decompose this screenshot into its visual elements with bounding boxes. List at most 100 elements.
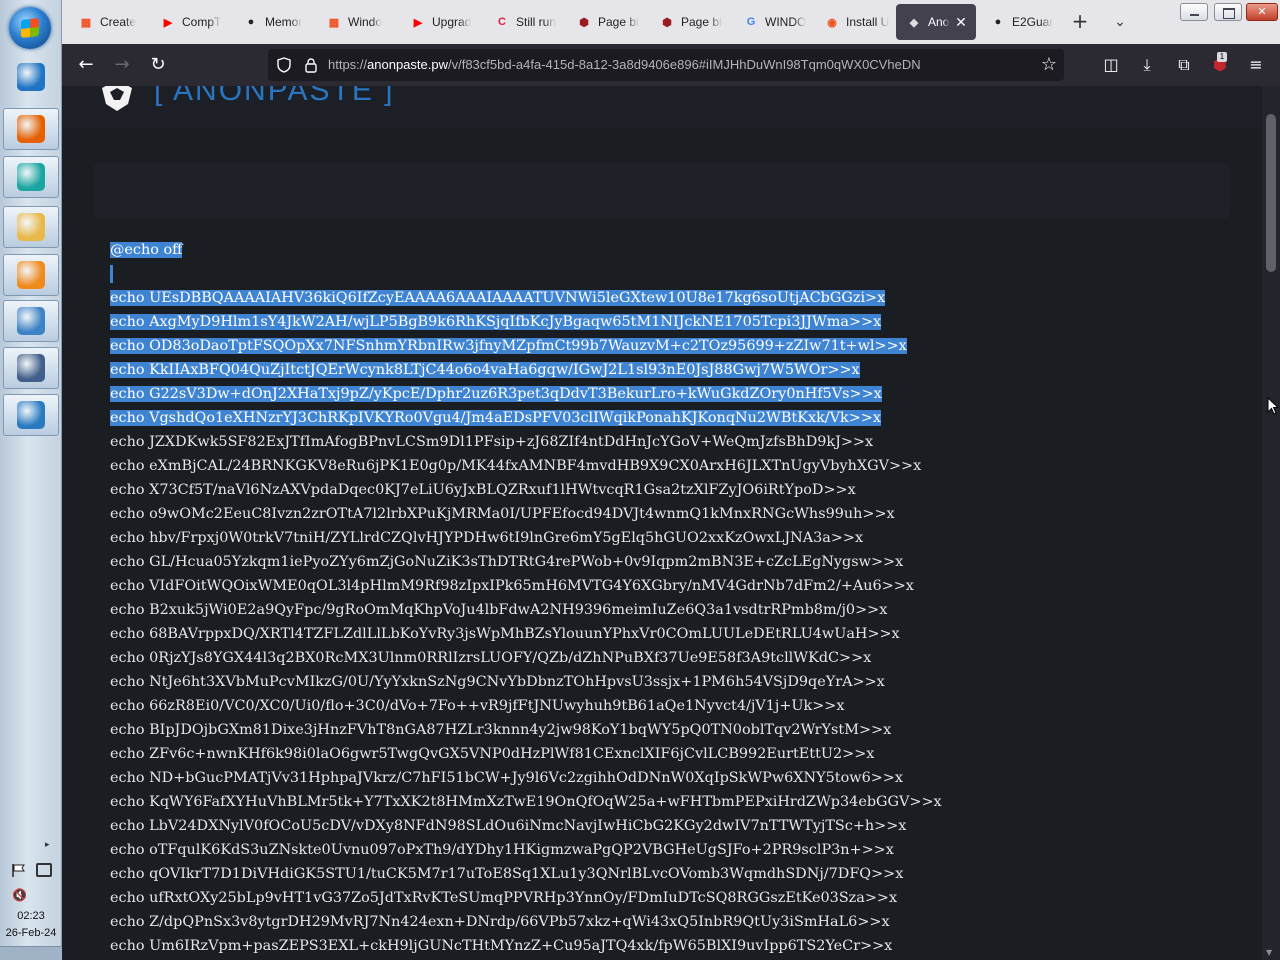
paste-line: echo VIdFOitWQOixWME0qOL3l4pHlmM9Rf98zIp… — [110, 574, 1190, 598]
taskbar-button[interactable] — [3, 347, 59, 389]
browser-tab[interactable]: ◉ Install U — [814, 4, 894, 40]
forward-arrow-icon[interactable]: → — [109, 53, 135, 77]
anonpaste-icon: ◆ — [909, 16, 919, 29]
taskbar-button[interactable] — [3, 206, 59, 248]
github-icon: ● — [247, 16, 255, 28]
tab-title: Install U — [846, 15, 890, 29]
lock-icon[interactable] — [304, 57, 318, 73]
hamburger-menu-icon[interactable]: ≡ — [1244, 53, 1268, 77]
bookmark-star-icon[interactable]: ☆ — [1038, 54, 1060, 76]
scrollbar-thumb[interactable] — [1266, 114, 1276, 272]
paste-line-text: echo KkIIAxBFQ04QuZjItctJQErWcynk8LTjC44… — [110, 362, 860, 378]
close-window-button[interactable]: ✕ — [1246, 3, 1278, 21]
vertical-scrollbar[interactable]: ▼ — [1262, 86, 1280, 960]
url-text[interactable]: https://anonpaste.pw/v/f83cf5bd-a4fa-415… — [328, 57, 968, 72]
maximize-button[interactable] — [1214, 3, 1242, 21]
tab-title: Windo — [348, 15, 383, 29]
paste-line: echo AxgMyD9Hlm1sY4JkW2AH/wjLP5BgB9k6RhK… — [110, 310, 1190, 334]
mouse-pointer-icon — [1267, 397, 1279, 415]
new-tab-button[interactable]: + — [1068, 10, 1092, 34]
paste-line: @echo off — [110, 238, 1190, 262]
paste-line: echo qOVIkrT7D1DiVHdiGK5STU1/tuCK5M7r17u… — [110, 862, 1190, 886]
paste-line: echo ND+bGucPMATjVv31HphpaJVkrz/C7hFI51b… — [110, 766, 1190, 790]
anonpaste-logo-icon[interactable] — [98, 86, 136, 112]
url-host: anonpaste.pw — [367, 57, 448, 72]
paste-line: echo KqWY6FafXYHuVhBLMr5tk+Y7TxXK2t8HMmX… — [110, 790, 1190, 814]
paste-line: echo oTFqulK6KdS3uZNskte0Uvnu097oPxTh9/d… — [110, 838, 1190, 862]
paste-line: echo Um6IRzVpm+pasZEPS3EXL+ckH9ljGUNcTHt… — [110, 934, 1190, 958]
back-arrow-icon[interactable]: ← — [73, 53, 99, 77]
tab-title: Create — [100, 15, 137, 29]
paste-line: echo KkIIAxBFQ04QuZjItctJQErWcynk8LTjC44… — [110, 358, 1190, 382]
paste-line-text: @echo off — [110, 242, 183, 258]
browser-tab[interactable]: ▦ Windo — [316, 4, 396, 40]
paste-line: echo LbV24DXNylV0fOCoU5cDV/vDXy8NFdN98SL… — [110, 814, 1190, 838]
system-tray: ▸ 🔇 02:23 26-Feb-24 — [0, 830, 62, 960]
paste-line-text: echo AxgMyD9Hlm1sY4JkW2AH/wjLP5BgB9k6RhK… — [110, 314, 882, 330]
extensions-puzzle-icon[interactable]: ⧉ — [1172, 53, 1196, 77]
taskbar-button[interactable] — [3, 254, 59, 296]
taskbar-button[interactable] — [3, 108, 59, 150]
site-header: [ ANONPASTE ] — [62, 86, 1262, 128]
youtube-icon: ▶ — [163, 16, 173, 29]
browser-tab[interactable]: G WINDO — [733, 4, 813, 40]
scroll-down-arrow-icon[interactable]: ▼ — [1266, 948, 1272, 957]
paste-text[interactable]: @echo off echo UEsDBBQAAAAIAHV36kiQ6IfZcy… — [110, 238, 1190, 958]
paste-line-text: echo oTFqulK6KdS3uZNskte0Uvnu097oPxTh9/d… — [110, 842, 894, 858]
browser-tab[interactable]: C Still run — [484, 4, 564, 40]
action-center-flag-icon[interactable] — [11, 863, 27, 877]
minimize-button[interactable] — [1180, 3, 1208, 21]
paste-line-text: echo KqWY6FafXYHuVhBLMr5tk+Y7TxXK2t8HMmX… — [110, 794, 942, 810]
paste-line: echo JZXDKwk5SF82ExJTfImAfogBPnvLCSm9Dl1… — [110, 430, 1190, 454]
browser-tab[interactable]: ⬢ Page bl — [566, 4, 646, 40]
downloads-icon[interactable]: ⤓ — [1135, 53, 1159, 77]
paste-line-text: echo UEsDBBQAAAAIAHV36kiQ6IfZcyEAAAA6AAA… — [110, 290, 886, 306]
tab-title: Page bl — [598, 15, 639, 29]
browser-tab[interactable]: ▦ Create — [68, 4, 148, 40]
clock-time[interactable]: 02:23 — [0, 910, 62, 922]
paste-line: echo hbv/Frpxj0W0trkV7tniH/ZYLlrdCZQlvHJ… — [110, 526, 1190, 550]
page-content: [ ANONPASTE ] @echo off echo UEsDBBQAAAAI… — [62, 86, 1280, 960]
tab-title: Upgrad — [432, 15, 472, 29]
paste-line-text: echo 66zR8Ei0/VC0/XC0/Ui0/flo+3C0/dVo+7F… — [110, 698, 845, 714]
taskbar-button[interactable] — [3, 300, 59, 342]
close-tab-icon[interactable]: ✕ — [952, 13, 970, 31]
browser-tab[interactable]: ● Memor — [233, 4, 313, 40]
ublock-blocked-count-badge: 1 — [1217, 52, 1227, 62]
show-desktop-button[interactable] — [0, 946, 62, 960]
site-logo-text[interactable]: [ ANONPASTE ] — [154, 86, 395, 108]
start-button[interactable] — [9, 7, 51, 49]
paste-line: echo ufRxtOXy25bLp9vHT1vG37Zo5JdTxRvKTeS… — [110, 886, 1190, 910]
browser-tab[interactable]: ▶ CompT — [150, 4, 230, 40]
browser-tab[interactable]: ◆ Anor✕ — [896, 4, 976, 40]
ublock-icon: ⬢ — [579, 16, 589, 29]
tab-title: Still run — [516, 15, 557, 29]
network-tray-icon[interactable] — [36, 863, 52, 877]
ie-icon — [17, 63, 45, 91]
tracking-protection-shield-icon[interactable] — [276, 57, 292, 73]
taskbar-button[interactable] — [3, 156, 59, 198]
tray-expand-icon[interactable]: ▸ — [45, 840, 50, 850]
taskbar-button[interactable] — [3, 394, 59, 436]
volume-muted-icon[interactable]: 🔇 — [12, 888, 27, 902]
pocket-icon[interactable]: ◫ — [1099, 53, 1123, 77]
paste-line — [110, 262, 1190, 286]
browser-tab[interactable]: ▶ Upgrad — [400, 4, 480, 40]
tab-title: Memor — [265, 15, 303, 29]
paste-line-text: echo NtJe6ht3XVbMuPcvMIkzG/0U/YyYxknSzNg… — [110, 674, 885, 690]
reload-icon[interactable]: ↻ — [145, 53, 171, 77]
paste-line-text: echo ND+bGucPMATjVv31HphpaJVkrz/C7hFI51b… — [110, 770, 903, 786]
browser-tab[interactable]: ● E2Guar — [980, 4, 1060, 40]
paste-line-text: echo ufRxtOXy25bLp9vHT1vG37Zo5JdTxRvKTeS… — [110, 890, 898, 906]
paste-line: echo X73Cf5T/naVl6NzAXVpdaDqec0KJ7eLiU6y… — [110, 478, 1190, 502]
browser-tab[interactable]: ⬢ Page bl — [649, 4, 729, 40]
taskbar-button[interactable] — [3, 56, 59, 98]
address-bar[interactable]: https://anonpaste.pw/v/f83cf5bd-a4fa-415… — [268, 49, 1064, 81]
paste-line-text: echo GL/Hcua05Yzkqm1iePyoZYy6mZjGoNuZiK3… — [110, 554, 904, 570]
paste-line: echo ZFv6c+nwnKHf6k98i0laO6gwr5TwgQvGX5V… — [110, 742, 1190, 766]
chat-bubble-icon — [17, 163, 45, 191]
list-all-tabs-chevron-down-icon[interactable]: ⌄ — [1108, 10, 1132, 34]
clock-date[interactable]: 26-Feb-24 — [0, 927, 62, 939]
paste-line-text: echo BIpJDOjbGXm81Dixe3jHnzFVhT8nGA87HZL… — [110, 722, 892, 738]
control-panel-icon — [17, 307, 45, 335]
